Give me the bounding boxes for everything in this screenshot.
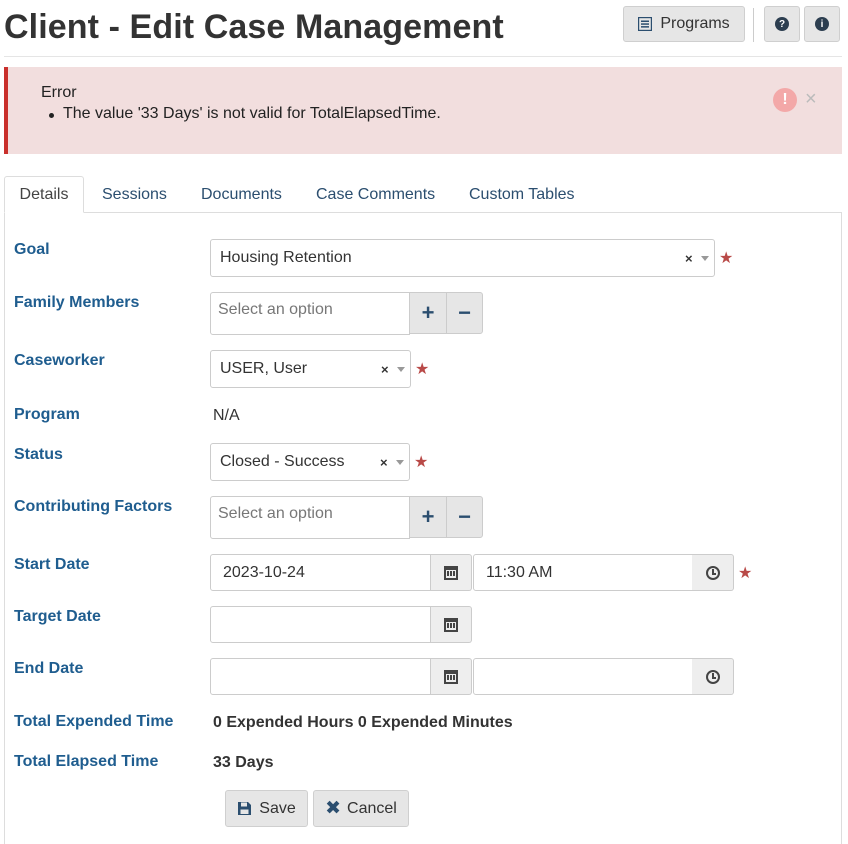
start-date-label: Start Date [14,556,90,573]
remove-family-member-button[interactable]: − [446,292,483,334]
goal-value: Housing Retention [220,249,352,266]
total-elapsed-time-value: 33 Days [213,754,274,771]
clock-icon [705,565,720,580]
caseworker-value: USER, User [220,360,308,377]
tab-sessions[interactable]: Sessions [102,176,167,213]
contributing-factors-select[interactable]: Select an option [210,496,410,539]
add-contributing-factor-button[interactable]: + [409,496,447,538]
help-button[interactable]: ? [764,6,800,42]
status-label: Status [14,446,63,463]
total-elapsed-time-label: Total Elapsed Time [14,753,159,770]
target-date-input[interactable] [210,606,431,643]
chevron-down-icon [396,459,404,465]
cancel-button-label: Cancel [347,799,397,817]
start-date-input[interactable]: 2023-10-24 [210,554,431,591]
chevron-down-icon [397,366,405,372]
clock-icon [705,669,720,684]
target-date-label: Target Date [14,608,101,625]
error-alert: Error The value '33 Days' is not valid f… [4,67,842,154]
required-star-icon: ★ [738,565,753,582]
start-time-input[interactable]: 11:30 AM [473,554,693,591]
tab-documents[interactable]: Documents [201,176,282,213]
end-date-calendar-button[interactable] [431,658,472,695]
header-divider [753,8,754,42]
end-time-clock-button[interactable] [692,658,734,695]
tab-details[interactable]: Details [4,176,84,213]
total-expended-time-value: 0 Expended Hours 0 Expended Minutes [213,714,513,731]
info-button[interactable]: i [804,6,840,42]
save-button[interactable]: Save [225,790,308,827]
calendar-icon [444,565,458,580]
goal-select[interactable]: Housing Retention × [210,239,715,277]
family-members-select[interactable]: Select an option [210,292,410,335]
programs-button[interactable]: Programs [623,6,745,42]
add-family-member-button[interactable]: + [409,292,447,334]
start-time-clock-button[interactable] [692,554,734,591]
header-divider-line [4,56,842,57]
calendar-icon [444,669,458,684]
save-button-label: Save [259,799,296,817]
required-star-icon: ★ [719,250,734,267]
program-value: N/A [213,407,240,424]
family-members-label: Family Members [14,294,140,311]
clear-icon[interactable]: × [380,455,388,470]
goal-label: Goal [14,241,50,258]
page-title: Client - Edit Case Management [4,8,504,46]
floppy-disk-icon [238,802,252,815]
start-date-calendar-button[interactable] [431,554,472,591]
status-value: Closed - Success [220,453,345,470]
total-expended-time-label: Total Expended Time [14,713,174,730]
tab-bar-line [84,212,842,213]
tab-custom-tables[interactable]: Custom Tables [469,176,575,213]
tab-case-comments[interactable]: Case Comments [316,176,435,213]
calendar-icon [444,617,458,632]
end-date-label: End Date [14,660,84,677]
info-icon: i [815,17,829,31]
caseworker-label: Caseworker [14,352,105,369]
exclamation-icon: ! [773,88,797,112]
question-icon: ? [775,17,789,31]
status-select[interactable]: Closed - Success × [210,443,410,481]
required-star-icon: ★ [414,454,429,471]
list-icon [638,17,653,31]
remove-contributing-factor-button[interactable]: − [446,496,483,538]
clear-icon[interactable]: × [685,251,693,266]
programs-button-label: Programs [660,15,730,32]
chevron-down-icon [701,255,709,261]
alert-title: Error [41,84,77,101]
end-time-input[interactable] [473,658,693,695]
required-star-icon: ★ [415,361,430,378]
caseworker-select[interactable]: USER, User × [210,350,411,388]
close-icon[interactable]: × [805,88,817,110]
clear-icon[interactable]: × [381,362,389,377]
target-date-calendar-button[interactable] [431,606,472,643]
program-label: Program [14,406,80,423]
contributing-factors-label: Contributing Factors [14,498,173,515]
alert-message: The value '33 Days' is not valid for Tot… [49,105,441,122]
end-date-input[interactable] [210,658,431,695]
close-icon: ✖ [325,798,342,819]
cancel-button[interactable]: ✖ Cancel [313,790,409,827]
